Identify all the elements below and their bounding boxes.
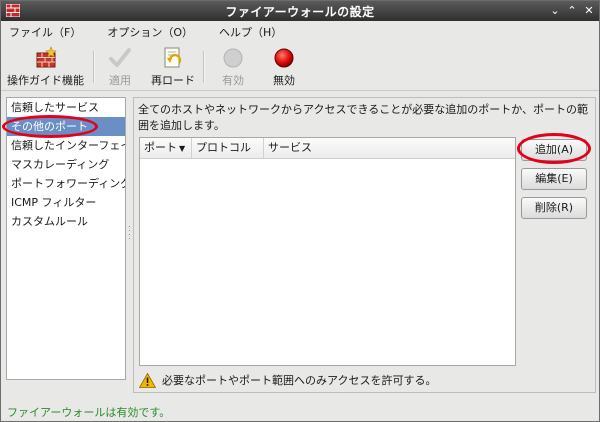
- edit-button[interactable]: 編集(E): [521, 168, 587, 190]
- sidebar-item-masquerading[interactable]: マスカレーディング: [7, 155, 125, 174]
- delete-button[interactable]: 削除(R): [521, 197, 587, 219]
- close-icon[interactable]: ✕: [582, 4, 596, 18]
- warning-icon: [139, 372, 156, 388]
- sidebar-item-other-ports[interactable]: その他のポート: [7, 117, 125, 136]
- wizard-wall-icon: [36, 46, 57, 68]
- firewall-config-window: ファイアーウォールの設定 ⌄ ⌃ ✕ ファイル（F） オプション（O） ヘルプ（…: [0, 0, 600, 422]
- warning-message: 必要なポートやポート範囲へのみアクセスを許可する。: [139, 372, 436, 388]
- sidebar-item-trusted-services[interactable]: 信頼したサービス: [7, 98, 125, 117]
- apply-label: 適用: [109, 74, 131, 87]
- sort-down-icon: ▼: [179, 144, 186, 153]
- reload-button[interactable]: 再ロード: [151, 46, 195, 88]
- window-title: ファイアーウォールの設定: [225, 4, 375, 19]
- disable-button[interactable]: 無効: [272, 46, 296, 88]
- toolbar-separator: [203, 51, 205, 83]
- checkmark-icon: [109, 48, 131, 67]
- panel-description: 全てのホストやネットワークからアクセスできることが必要な追加のポートか、ポートの…: [138, 103, 589, 132]
- maximize-icon[interactable]: ⌃: [565, 4, 579, 18]
- warning-text: 必要なポートやポート範囲へのみアクセスを許可する。: [162, 374, 437, 387]
- toolbar-separator: [93, 51, 95, 83]
- enable-button[interactable]: 有効: [221, 46, 245, 88]
- menu-bar: ファイル（F） オプション（O） ヘルプ（H）: [1, 21, 599, 43]
- column-header-port-label: ポート: [144, 141, 177, 154]
- title-bar[interactable]: ファイアーウォールの設定 ⌄ ⌃ ✕: [1, 1, 599, 21]
- menu-file[interactable]: ファイル（F）: [5, 22, 85, 42]
- reload-label: 再ロード: [151, 74, 195, 87]
- sidebar-item-port-forwarding[interactable]: ポートフォワーディング: [7, 174, 125, 193]
- enable-circle-icon: [223, 48, 243, 68]
- status-bar-text: ファイアーウォールは有効です。: [7, 406, 171, 419]
- toolbar: 操作ガイド機能 適用 再ロード 有効 無効: [1, 43, 599, 91]
- ports-table[interactable]: ポート ▼ プロトコル サービス: [139, 137, 516, 366]
- reload-icon: [164, 47, 181, 68]
- sidebar-item-custom-rules[interactable]: カスタムルール: [7, 212, 125, 231]
- apply-button[interactable]: 適用: [108, 46, 132, 88]
- table-header: ポート ▼ プロトコル サービス: [140, 138, 515, 159]
- disable-label: 無効: [273, 74, 295, 87]
- column-header-port[interactable]: ポート ▼: [140, 138, 192, 158]
- category-list: 信頼したサービス その他のポート 信頼したインターフェイ マスカレーディング ポ…: [6, 97, 126, 380]
- other-ports-panel: 全てのホストやネットワークからアクセスできることが必要な追加のポートか、ポートの…: [133, 97, 596, 393]
- minimize-icon[interactable]: ⌄: [548, 4, 562, 18]
- pane-splitter-handle[interactable]: [128, 226, 131, 246]
- column-header-protocol[interactable]: プロトコル: [192, 138, 264, 158]
- disable-circle-icon: [274, 48, 294, 68]
- sidebar-item-trusted-interfaces[interactable]: 信頼したインターフェイ: [7, 136, 125, 155]
- sidebar-item-icmp-filter[interactable]: ICMP フィルター: [7, 193, 125, 212]
- wizard-button[interactable]: 操作ガイド機能: [7, 46, 84, 88]
- firewall-app-icon: [6, 4, 20, 17]
- column-header-service[interactable]: サービス: [264, 138, 515, 158]
- menu-help[interactable]: ヘルプ（H）: [215, 22, 286, 42]
- menu-options[interactable]: オプション（O）: [103, 22, 197, 42]
- add-button[interactable]: 追加(A): [521, 139, 587, 161]
- wizard-label: 操作ガイド機能: [7, 74, 84, 87]
- enable-label: 有効: [222, 74, 244, 87]
